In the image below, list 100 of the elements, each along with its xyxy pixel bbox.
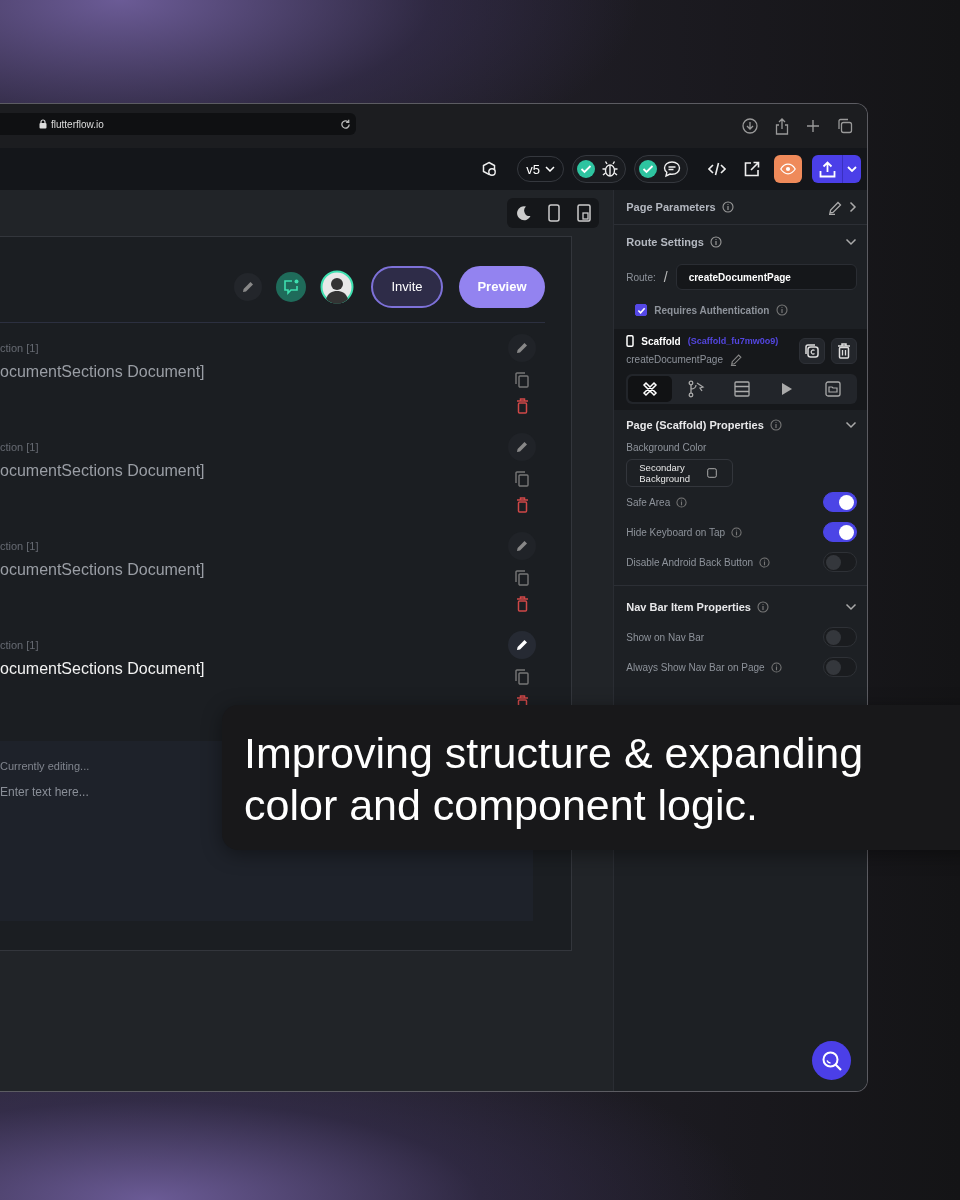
info-icon[interactable]	[759, 556, 770, 568]
toggle-switch[interactable]	[823, 522, 857, 542]
toggle-label: Safe Area	[626, 496, 671, 508]
plus-icon[interactable]	[806, 119, 820, 133]
info-icon[interactable]	[769, 419, 782, 431]
delete-button[interactable]	[831, 337, 857, 364]
widget-id: (Scaffold_fu7mw0o9)	[687, 336, 779, 346]
route-label: Route:	[626, 271, 656, 283]
comment-button[interactable]	[276, 271, 306, 302]
chevron-down-icon[interactable]	[845, 603, 857, 611]
chevron-down-icon[interactable]	[845, 421, 857, 429]
chat-icon	[663, 160, 681, 178]
theme-icon[interactable]	[481, 161, 498, 177]
edit-icon[interactable]	[828, 199, 843, 215]
download-icon[interactable]	[742, 118, 758, 134]
toggle-label: Always Show Nav Bar on Page	[626, 661, 765, 673]
duplicate-button[interactable]	[799, 337, 825, 364]
code-icon[interactable]	[708, 162, 726, 176]
upload-icon	[818, 160, 836, 178]
section-title[interactable]: ocumentSections Document]	[0, 660, 205, 678]
pencil-icon	[241, 279, 255, 294]
pencil-icon	[515, 638, 529, 652]
copy-icon[interactable]	[515, 570, 529, 586]
field-label: Background Color	[626, 442, 708, 453]
info-icon[interactable]	[721, 201, 734, 213]
pencil-icon	[515, 440, 529, 454]
editing-status: Currently editing...	[0, 760, 91, 772]
phone-icon	[626, 335, 635, 347]
section-label: ction [1]	[0, 540, 40, 552]
share-icon[interactable]	[775, 117, 789, 135]
color-picker[interactable]: Secondary Background	[626, 459, 734, 487]
section-heading: Route Settings	[626, 236, 704, 248]
toggle-label: Hide Keyboard on Tap	[626, 526, 726, 538]
section-label: ction [1]	[0, 441, 40, 453]
text-input[interactable]: Enter text here...	[0, 785, 200, 799]
eye-icon	[780, 162, 796, 176]
chevron-right-icon[interactable]	[849, 201, 857, 213]
info-icon[interactable]	[776, 304, 789, 316]
section-title[interactable]: ocumentSections Document]	[0, 561, 205, 579]
toggle-switch[interactable]	[823, 627, 857, 647]
invite-button[interactable]: Invite	[371, 265, 443, 308]
chat-button[interactable]	[634, 155, 688, 183]
address-bar[interactable]: flutterflow.io	[0, 113, 356, 135]
section-label: ction [1]	[0, 342, 40, 354]
info-icon[interactable]	[757, 601, 769, 613]
comment-icon	[282, 277, 300, 296]
section-title[interactable]: ocumentSections Document]	[0, 462, 205, 480]
delete-icon[interactable]	[515, 398, 529, 414]
trash-icon	[837, 342, 851, 359]
caret-icon	[545, 166, 555, 172]
checkbox[interactable]	[635, 304, 648, 316]
info-icon[interactable]	[709, 236, 722, 248]
properties-tab[interactable]	[628, 376, 672, 402]
publish-button[interactable]	[812, 155, 861, 183]
copy-icon[interactable]	[515, 669, 529, 685]
tablet-icon[interactable]	[576, 204, 591, 222]
route-slash: /	[663, 269, 668, 285]
toggle-switch[interactable]	[823, 657, 857, 677]
section-title[interactable]: ocumentSections Document]	[0, 363, 205, 381]
preview-mode-button[interactable]	[774, 155, 802, 183]
panel-title: Page Parameters	[626, 201, 716, 213]
edit-icon[interactable]	[730, 353, 743, 366]
lock-icon	[39, 119, 47, 129]
caption-text: Improving structure & expanding color and component logic.	[244, 728, 865, 831]
toggle-switch[interactable]	[823, 492, 857, 512]
bug-icon	[601, 160, 619, 178]
widget-type: Scaffold	[641, 335, 681, 347]
chevron-down-icon[interactable]	[845, 238, 857, 246]
delete-icon[interactable]	[515, 497, 529, 513]
widget-name: createDocumentPage	[626, 354, 723, 365]
reload-icon[interactable]	[340, 118, 351, 130]
section-heading: Page (Scaffold) Properties	[626, 419, 764, 431]
info-icon[interactable]	[770, 661, 782, 673]
info-icon[interactable]	[731, 526, 743, 538]
list-icon	[733, 381, 750, 397]
caret-icon	[847, 166, 857, 172]
route-field[interactable]: createDocumentPage	[675, 264, 857, 290]
toggle-label: Disable Android Back Button	[626, 556, 753, 568]
tabs-icon[interactable]	[837, 118, 853, 134]
tools-icon	[641, 380, 660, 398]
pencil-icon	[515, 539, 529, 553]
copy-icon	[804, 342, 820, 359]
delete-icon[interactable]	[515, 596, 529, 612]
info-icon[interactable]	[676, 496, 688, 508]
search-icon	[820, 1049, 843, 1072]
folder-icon	[825, 381, 842, 397]
debug-button[interactable]	[572, 155, 626, 183]
copy-icon[interactable]	[515, 372, 529, 388]
swatch-icon	[707, 468, 718, 478]
section-heading: Nav Bar Item Properties	[626, 601, 751, 613]
copy-icon[interactable]	[515, 471, 529, 487]
open-external-icon[interactable]	[744, 161, 760, 177]
checkbox-label: Requires Authentication	[654, 304, 770, 316]
toggle-switch[interactable]	[823, 552, 857, 572]
avatar[interactable]	[320, 269, 354, 304]
toggle-label: Show on Nav Bar	[626, 631, 705, 643]
edit-button[interactable]	[508, 631, 536, 659]
phone-icon[interactable]	[548, 204, 561, 222]
play-icon	[781, 382, 794, 396]
dark-mode-icon[interactable]	[515, 205, 532, 221]
